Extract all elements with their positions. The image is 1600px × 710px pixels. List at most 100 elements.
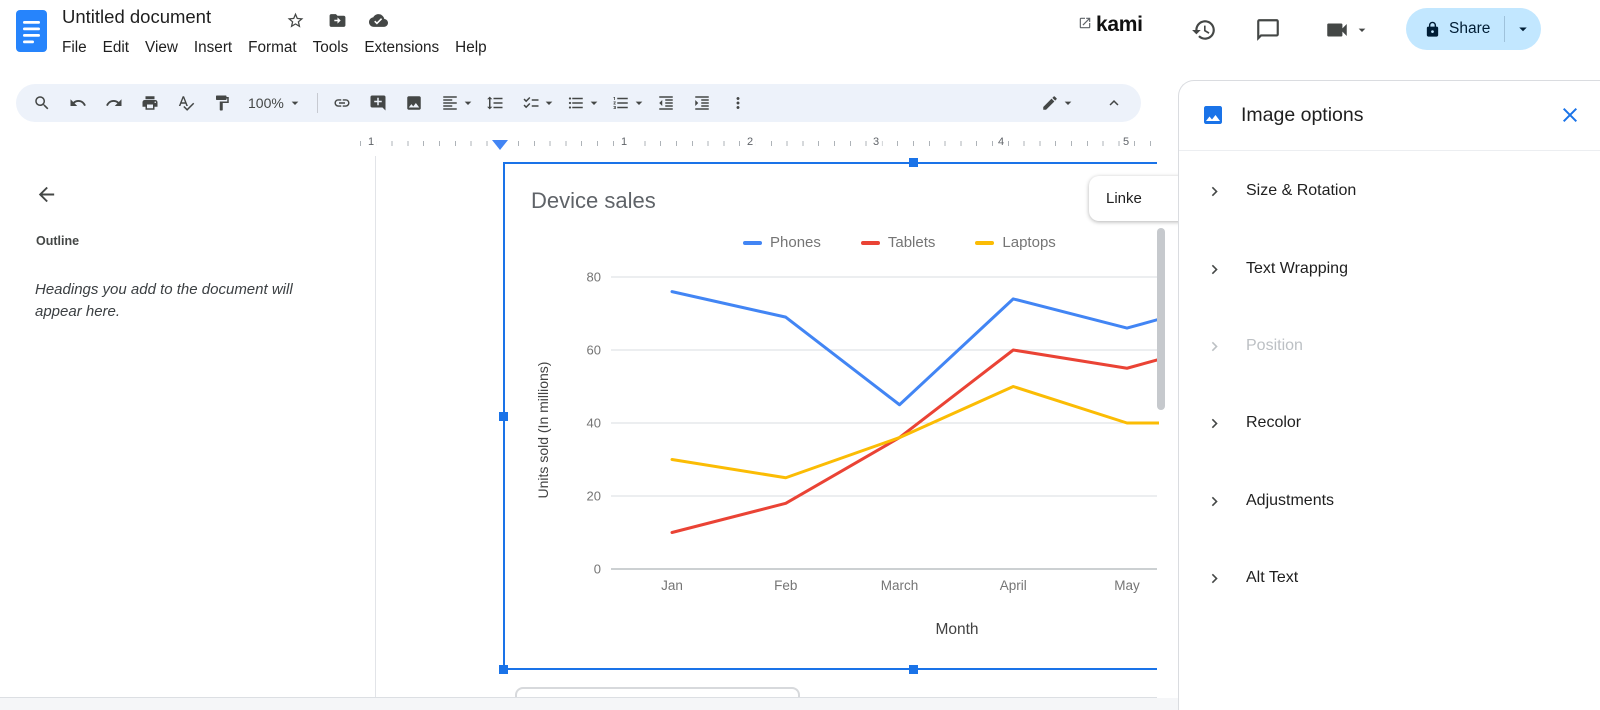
add-comment-button[interactable] bbox=[363, 88, 393, 118]
panel-divider bbox=[1179, 150, 1600, 151]
print-button[interactable] bbox=[135, 88, 165, 118]
document-background bbox=[0, 698, 1178, 710]
share-button[interactable]: Share bbox=[1406, 8, 1504, 50]
ruler-number: 4 bbox=[994, 136, 1008, 148]
insert-image-button[interactable] bbox=[399, 88, 429, 118]
menu-help[interactable]: Help bbox=[447, 36, 494, 60]
menu-extensions[interactable]: Extensions bbox=[356, 36, 447, 60]
panel-item-size-rotation[interactable]: Size & Rotation bbox=[1179, 169, 1600, 213]
legend-item-laptops: Laptops bbox=[975, 234, 1056, 251]
collapse-toolbar-button[interactable] bbox=[1099, 88, 1129, 118]
close-icon[interactable] bbox=[1558, 103, 1582, 127]
panel-item-adjustments[interactable]: Adjustments bbox=[1179, 479, 1600, 523]
menu-file[interactable]: File bbox=[54, 36, 95, 60]
selected-chart-image[interactable]: 0 20 40 60 80 Jan Feb March April May Device sale… bbox=[499, 158, 1159, 674]
search-menus-button[interactable] bbox=[27, 88, 57, 118]
lock-icon bbox=[1424, 21, 1441, 38]
paint-format-button[interactable] bbox=[207, 88, 237, 118]
chart-y-axis-label: Units sold (In millions) bbox=[535, 361, 551, 499]
align-dropdown-icon bbox=[460, 95, 476, 111]
ruler-number: 2 bbox=[743, 136, 757, 148]
ruler-ticks bbox=[360, 141, 1157, 146]
add-comment-icon bbox=[369, 94, 387, 112]
spellcheck-icon bbox=[177, 94, 195, 112]
linked-chart-options-button[interactable]: Linke bbox=[1089, 176, 1191, 221]
redo-button[interactable] bbox=[99, 88, 129, 118]
cloud-status-icon[interactable] bbox=[368, 11, 389, 30]
ruler[interactable]: 1 1 2 3 4 5 bbox=[360, 133, 1157, 155]
menu-format[interactable]: Format bbox=[240, 36, 304, 60]
bulleted-list-dropdown-icon bbox=[586, 95, 602, 111]
back-arrow-icon[interactable] bbox=[35, 183, 58, 206]
image-options-panel: Image options Size & Rotation Text Wrapp… bbox=[1178, 80, 1600, 710]
print-icon bbox=[141, 94, 159, 112]
panel-title: Image options bbox=[1241, 103, 1364, 126]
undo-icon bbox=[69, 94, 87, 112]
menu-tools[interactable]: Tools bbox=[305, 36, 357, 60]
dropdown-arrow-icon bbox=[1514, 20, 1532, 38]
star-icon[interactable] bbox=[286, 11, 305, 30]
panel-item-label: Size & Rotation bbox=[1246, 182, 1357, 199]
image-options-header: Image options bbox=[1179, 81, 1600, 149]
x-tick-label: April bbox=[1000, 578, 1027, 593]
ruler-number: 3 bbox=[869, 136, 883, 148]
line-spacing-button[interactable] bbox=[480, 88, 510, 118]
bulleted-list-dropdown[interactable] bbox=[587, 88, 601, 118]
zoom-select[interactable]: 100% bbox=[242, 88, 309, 118]
redo-icon bbox=[105, 94, 123, 112]
paint-format-icon bbox=[213, 94, 231, 112]
move-folder-icon[interactable] bbox=[328, 11, 347, 30]
decrease-indent-button[interactable] bbox=[651, 88, 681, 118]
editing-mode-dropdown[interactable] bbox=[1061, 88, 1075, 118]
document-title[interactable]: Untitled document bbox=[62, 6, 211, 28]
chart-legend: Phones Tablets Laptops bbox=[743, 234, 1056, 251]
selection-handle-left[interactable] bbox=[499, 412, 508, 421]
checklist-dropdown-icon bbox=[541, 95, 557, 111]
search-icon bbox=[33, 94, 51, 112]
menu-view[interactable]: View bbox=[137, 36, 186, 60]
ruler-number: 1 bbox=[364, 136, 378, 148]
comments-icon[interactable] bbox=[1255, 17, 1281, 43]
selection-handle-top[interactable] bbox=[909, 158, 918, 167]
panel-item-alt-text[interactable]: Alt Text bbox=[1179, 556, 1600, 600]
increase-indent-button[interactable] bbox=[687, 88, 717, 118]
more-options-button[interactable] bbox=[723, 88, 753, 118]
menu-edit[interactable]: Edit bbox=[95, 36, 137, 60]
page-left-edge bbox=[375, 156, 376, 697]
video-call-dropdown-icon[interactable] bbox=[1354, 22, 1370, 38]
kami-extension-button[interactable]: kami bbox=[1078, 13, 1143, 37]
legend-item-tablets: Tablets bbox=[860, 234, 935, 251]
docs-logo-icon[interactable] bbox=[16, 10, 47, 52]
panel-item-label: Position bbox=[1246, 337, 1303, 354]
insert-link-button[interactable] bbox=[327, 88, 357, 118]
checklist-dropdown[interactable] bbox=[542, 88, 556, 118]
history-icon[interactable] bbox=[1191, 17, 1217, 43]
align-dropdown[interactable] bbox=[461, 88, 475, 118]
share-dropdown-button[interactable] bbox=[1505, 8, 1541, 50]
legend-label: Laptops bbox=[1002, 234, 1056, 251]
legend-marker bbox=[860, 240, 880, 245]
vertical-scrollbar[interactable] bbox=[1157, 228, 1165, 410]
selection-handle-bottom-left[interactable] bbox=[499, 665, 508, 674]
series-line-laptops bbox=[670, 385, 1159, 480]
editing-mode-dropdown-icon bbox=[1060, 95, 1076, 111]
numbered-list-dropdown[interactable] bbox=[632, 88, 646, 118]
indent-marker[interactable] bbox=[492, 140, 508, 150]
x-tick-label: Feb bbox=[774, 578, 797, 593]
chevron-right-icon bbox=[1205, 182, 1224, 201]
numbered-list-dropdown-icon bbox=[631, 95, 647, 111]
spellcheck-button[interactable] bbox=[171, 88, 201, 118]
panel-item-position: Position bbox=[1179, 324, 1600, 368]
panel-item-recolor[interactable]: Recolor bbox=[1179, 401, 1600, 445]
video-call-icon[interactable] bbox=[1324, 17, 1350, 43]
collapse-toolbar-icon bbox=[1105, 94, 1123, 112]
menu-insert[interactable]: Insert bbox=[186, 36, 240, 60]
ruler-number: 5 bbox=[1119, 136, 1133, 148]
y-tick-label: 0 bbox=[594, 562, 601, 577]
selection-handle-bottom[interactable] bbox=[909, 665, 918, 674]
undo-button[interactable] bbox=[63, 88, 93, 118]
edit-mode-icon bbox=[1041, 94, 1059, 112]
numbered-list-icon bbox=[612, 94, 630, 112]
panel-item-text-wrapping[interactable]: Text Wrapping bbox=[1179, 247, 1600, 291]
legend-label: Phones bbox=[770, 234, 821, 251]
